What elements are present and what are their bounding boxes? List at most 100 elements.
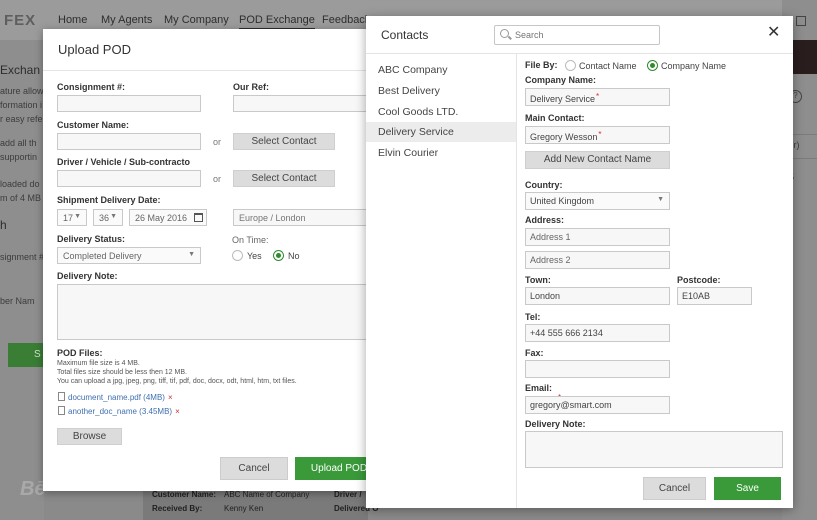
town-input[interactable]: London (525, 287, 670, 305)
address-label: Address: (525, 215, 565, 225)
contacts-modal: Contacts ✕ ABC Company Best Delivery Coo… (366, 16, 793, 508)
contact-list-item[interactable]: Best Delivery (366, 81, 516, 101)
page-text: r easy refe (0, 114, 43, 124)
consignment-input[interactable] (57, 95, 201, 112)
on-time-label: On Time: (232, 235, 269, 245)
company-name-label: Company Name: (525, 75, 597, 85)
address-2-input[interactable]: Address 2 (525, 251, 670, 269)
file-link[interactable]: document_name.pdf (4MB) (68, 393, 165, 402)
remove-file-icon[interactable]: × (175, 407, 180, 416)
total-size-note: Total files size should be less then 12 … (57, 369, 187, 376)
delivery-status-select[interactable]: Completed Delivery ▼ (57, 247, 201, 264)
field-label: signment # (0, 252, 45, 262)
country-label: Country: (525, 180, 563, 190)
select-contact-button[interactable]: Select Contact (233, 133, 335, 150)
customer-name-input[interactable] (57, 133, 201, 150)
radio-label: Contact Name (579, 61, 637, 71)
divider (366, 53, 793, 54)
detail-value: ABC Name of Company (224, 490, 310, 499)
select-contact-button[interactable]: Select Contact (233, 170, 335, 187)
search-icon (500, 29, 509, 38)
minute-select[interactable]: 36 ▼ (93, 209, 123, 226)
page-text: loaded do (0, 179, 40, 189)
external-link-icon[interactable] (796, 16, 806, 26)
main-contact-input[interactable]: Gregory Wesson* (525, 126, 670, 144)
modal-title: Upload POD (58, 42, 131, 57)
calendar-icon[interactable] (194, 213, 203, 222)
on-time-no-radio[interactable] (273, 250, 284, 261)
chevron-down-icon: ▼ (657, 196, 664, 203)
contact-list-item[interactable]: Cool Goods LTD. (366, 102, 516, 122)
chevron-down-icon: ▼ (110, 213, 117, 220)
town-label: Town: (525, 275, 551, 285)
file-types-note: You can upload a jpg, jpeg, png, tiff, t… (57, 378, 297, 385)
search-input[interactable] (494, 25, 660, 45)
fax-label: Fax: (525, 348, 544, 358)
app-logo: FEX (4, 12, 37, 29)
page-text: m of 4 MB (0, 193, 42, 203)
tel-input[interactable]: +44 555 666 2134 (525, 324, 670, 342)
hour-select[interactable]: 17 ▼ (57, 209, 87, 226)
file-by-label: File By: (525, 60, 558, 70)
file-icon (58, 392, 65, 401)
save-button[interactable]: Save (714, 477, 781, 500)
nav-my-agents[interactable]: My Agents (101, 14, 152, 26)
email-input[interactable]: gregory@smart.com (525, 396, 670, 414)
email-label: Email: (525, 383, 553, 393)
pod-files-label: POD Files: (57, 348, 103, 358)
browse-button[interactable]: Browse (57, 428, 122, 445)
delivery-note-label: Delivery Note: (57, 271, 118, 281)
company-name-input[interactable]: Delivery Service* (525, 88, 670, 106)
search-button[interactable]: S (8, 343, 44, 367)
page-text: add all th (0, 138, 37, 148)
contact-list-item[interactable]: ABC Company (366, 60, 516, 80)
timezone-input[interactable] (233, 209, 383, 226)
cancel-button[interactable]: Cancel (220, 457, 288, 480)
nav-feedback[interactable]: Feedback (322, 14, 370, 26)
page-text: formation i (0, 100, 43, 110)
our-ref-label: Our Ref: (233, 82, 269, 92)
our-ref-input[interactable] (233, 95, 383, 112)
upload-pod-modal: Upload POD Consignment #: Our Ref: Custo… (43, 29, 383, 491)
file-by-company-name-radio[interactable] (647, 60, 658, 71)
divider (43, 70, 383, 71)
contact-list-item[interactable]: Elvin Courier (366, 143, 516, 163)
page-left-content (0, 40, 44, 520)
chevron-down-icon: ▼ (188, 251, 195, 258)
thumbnail-image (793, 40, 817, 74)
page-text: supportin (0, 152, 38, 162)
page-title: Exchan (0, 63, 41, 77)
tel-label: Tel: (525, 312, 541, 322)
detail-label: Driver / (334, 490, 362, 499)
section-title: h (0, 218, 7, 232)
delivery-note-textarea[interactable] (57, 284, 383, 340)
fax-input[interactable] (525, 360, 670, 378)
postcode-input[interactable]: E10AB (677, 287, 752, 305)
chevron-down-icon: ▼ (74, 213, 81, 220)
driver-label: Driver / Vehicle / Sub-contracto (57, 157, 191, 167)
file-link[interactable]: another_doc_name (3.45MB) (68, 407, 172, 416)
file-by-contact-name-radio[interactable] (565, 60, 576, 71)
address-1-input[interactable]: Address 1 (525, 228, 670, 246)
add-new-contact-button[interactable]: Add New Contact Name (525, 151, 670, 169)
driver-input[interactable] (57, 170, 201, 187)
radio-label: Yes (247, 251, 262, 261)
remove-file-icon[interactable]: × (168, 393, 173, 402)
or-text: or (213, 137, 222, 147)
detail-label: Customer Name: (152, 490, 217, 499)
on-time-yes-radio[interactable] (232, 250, 243, 261)
nav-my-company[interactable]: My Company (164, 14, 229, 26)
contact-list-item-selected[interactable]: Delivery Service (366, 122, 516, 142)
nav-pod-exchange[interactable]: POD Exchange (239, 14, 315, 30)
modal-title: Contacts (381, 28, 429, 42)
consignment-label: Consignment #: (57, 82, 126, 92)
close-icon[interactable]: ✕ (767, 25, 780, 41)
file-icon (58, 406, 65, 415)
or-text: or (213, 174, 222, 184)
page-text: ature allow (0, 86, 44, 96)
nav-home[interactable]: Home (58, 14, 87, 26)
cancel-button[interactable]: Cancel (643, 477, 706, 500)
field-label: ber Nam (0, 296, 35, 306)
country-select[interactable]: United Kingdom ▼ (525, 192, 670, 210)
delivery-note-textarea[interactable] (525, 431, 783, 468)
